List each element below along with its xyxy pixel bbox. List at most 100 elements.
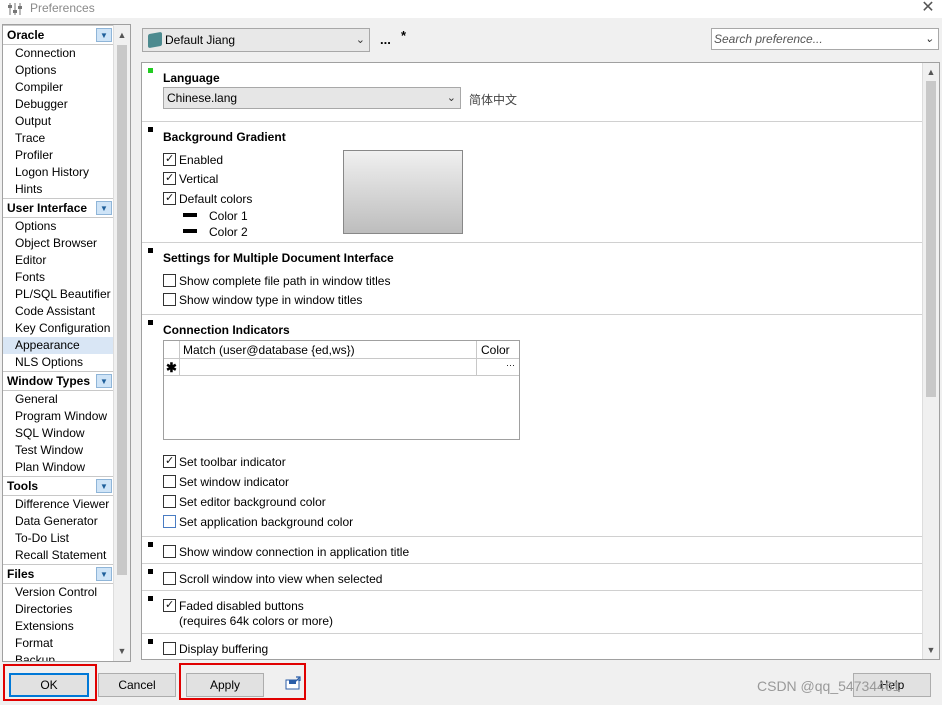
table-row[interactable]: ✱ ··· bbox=[164, 359, 519, 376]
sidebar-item-fonts[interactable]: Fonts bbox=[3, 269, 114, 286]
language-select[interactable]: Chinese.lang ⌄ bbox=[163, 87, 461, 109]
sidebar-item-editor[interactable]: Editor bbox=[3, 252, 114, 269]
color1-row[interactable]: Color 1 bbox=[183, 208, 248, 224]
color1-swatch[interactable] bbox=[183, 213, 197, 217]
editor-bg-row[interactable]: Set editor background color bbox=[163, 494, 326, 510]
vertical-checkbox[interactable] bbox=[163, 172, 176, 185]
group-files[interactable]: Files ▼ bbox=[3, 564, 114, 584]
color2-row[interactable]: Color 2 bbox=[183, 224, 248, 240]
sidebar-item-difference-viewer[interactable]: Difference Viewer bbox=[3, 496, 114, 513]
sidebar-item-format[interactable]: Format bbox=[3, 635, 114, 652]
enabled-checkbox-row[interactable]: Enabled bbox=[163, 152, 223, 168]
sidebar-item-code-assistant[interactable]: Code Assistant bbox=[3, 303, 114, 320]
show-path-row[interactable]: Show complete file path in window titles bbox=[163, 273, 390, 289]
group-oracle[interactable]: Oracle ▼ bbox=[3, 25, 114, 45]
sidebar-item-backup[interactable]: Backup bbox=[3, 652, 114, 661]
sidebar-item-ui-options[interactable]: Options bbox=[3, 218, 114, 235]
show-connection-checkbox[interactable] bbox=[163, 545, 176, 558]
color2-swatch[interactable] bbox=[183, 229, 197, 233]
window-indicator-checkbox[interactable] bbox=[163, 475, 176, 488]
profile-select[interactable]: Default Jiang ⌄ bbox=[142, 28, 370, 52]
app-bg-checkbox[interactable] bbox=[163, 515, 176, 528]
default-colors-checkbox-row[interactable]: Default colors bbox=[163, 191, 252, 207]
sidebar-item-plan-window[interactable]: Plan Window bbox=[3, 459, 114, 476]
new-row-icon: ✱ bbox=[164, 359, 180, 376]
show-type-checkbox[interactable] bbox=[163, 293, 176, 306]
faded-buttons-row[interactable]: Faded disabled buttons bbox=[163, 598, 304, 614]
sidebar-item-trace[interactable]: Trace bbox=[3, 130, 114, 147]
display-buffering-checkbox[interactable] bbox=[163, 642, 176, 655]
sidebar-item-options[interactable]: Options bbox=[3, 62, 114, 79]
chevron-down-icon[interactable]: ⌄ bbox=[925, 29, 934, 49]
group-user-interface[interactable]: User Interface ▼ bbox=[3, 198, 114, 218]
settings-scrollbar[interactable]: ▲ ▼ bbox=[922, 63, 939, 659]
sidebar-item-extensions[interactable]: Extensions bbox=[3, 618, 114, 635]
section-language: Language Chinese.lang ⌄ 简体中文 bbox=[142, 63, 923, 122]
sidebar-item-general[interactable]: General bbox=[3, 391, 114, 408]
scroll-window-row[interactable]: Scroll window into view when selected bbox=[163, 571, 382, 587]
sidebar-item-directories[interactable]: Directories bbox=[3, 601, 114, 618]
show-connection-row[interactable]: Show window connection in application ti… bbox=[163, 544, 409, 560]
close-icon[interactable]: ✕ bbox=[920, 0, 936, 16]
scroll-down-icon[interactable]: ▼ bbox=[923, 642, 939, 658]
default-colors-checkbox[interactable] bbox=[163, 192, 176, 205]
sidebar-item-data-generator[interactable]: Data Generator bbox=[3, 513, 114, 530]
sidebar-item-object-browser[interactable]: Object Browser bbox=[3, 235, 114, 252]
profile-more-button[interactable]: ... bbox=[380, 32, 391, 47]
export-settings-icon[interactable] bbox=[285, 676, 301, 690]
sidebar-item-appearance[interactable]: Appearance bbox=[3, 337, 114, 354]
sidebar-item-hints[interactable]: Hints bbox=[3, 181, 114, 198]
section-title: Settings for Multiple Document Interface bbox=[163, 251, 394, 265]
scroll-down-icon[interactable]: ▼ bbox=[114, 643, 130, 659]
toolbar-indicator-row[interactable]: Set toolbar indicator bbox=[163, 454, 286, 470]
scroll-window-checkbox[interactable] bbox=[163, 572, 176, 585]
sidebar-item-recall-statement[interactable]: Recall Statement bbox=[3, 547, 114, 564]
scrollbar-thumb[interactable] bbox=[117, 45, 127, 575]
scroll-up-icon[interactable]: ▲ bbox=[114, 27, 130, 43]
vertical-checkbox-row[interactable]: Vertical bbox=[163, 171, 218, 187]
toolbar-indicator-checkbox[interactable] bbox=[163, 455, 176, 468]
match-cell[interactable] bbox=[180, 359, 477, 376]
sidebar-item-compiler[interactable]: Compiler bbox=[3, 79, 114, 96]
sidebar-item-logon-history[interactable]: Logon History bbox=[3, 164, 114, 181]
column-color[interactable]: Color bbox=[477, 341, 519, 359]
chevron-down-icon[interactable]: ▼ bbox=[96, 201, 112, 215]
display-buffering-row[interactable]: Display buffering bbox=[163, 641, 268, 657]
sidebar-item-version-control[interactable]: Version Control bbox=[3, 584, 114, 601]
connection-indicator-grid[interactable]: Match (user@database {ed,ws}) Color ✱ ··… bbox=[163, 340, 520, 440]
language-display-name: 简体中文 bbox=[469, 93, 518, 107]
app-bg-row[interactable]: Set application background color bbox=[163, 514, 353, 530]
sidebar-item-program-window[interactable]: Program Window bbox=[3, 408, 114, 425]
sidebar-item-nls-options[interactable]: NLS Options bbox=[3, 354, 114, 371]
sidebar-item-sql-window[interactable]: SQL Window bbox=[3, 425, 114, 442]
sidebar-item-profiler[interactable]: Profiler bbox=[3, 147, 114, 164]
enabled-checkbox[interactable] bbox=[163, 153, 176, 166]
sidebar-scrollbar[interactable]: ▲ ▼ bbox=[113, 25, 130, 661]
color-picker-button[interactable]: ··· bbox=[477, 359, 519, 376]
editor-bg-checkbox[interactable] bbox=[163, 495, 176, 508]
sidebar-item-debugger[interactable]: Debugger bbox=[3, 96, 114, 113]
show-type-row[interactable]: Show window type in window titles bbox=[163, 292, 362, 308]
ok-highlight bbox=[3, 664, 97, 701]
sidebar-item-output[interactable]: Output bbox=[3, 113, 114, 130]
scroll-up-icon[interactable]: ▲ bbox=[923, 64, 939, 80]
show-path-checkbox[interactable] bbox=[163, 274, 176, 287]
sidebar-item-key-configuration[interactable]: Key Configuration bbox=[3, 320, 114, 337]
search-input[interactable]: Search preference... ⌄ bbox=[711, 28, 939, 50]
faded-buttons-checkbox[interactable] bbox=[163, 599, 176, 612]
group-tools[interactable]: Tools ▼ bbox=[3, 476, 114, 496]
chevron-down-icon[interactable]: ▼ bbox=[96, 374, 112, 388]
profile-icon bbox=[148, 31, 162, 49]
chevron-down-icon[interactable]: ▼ bbox=[96, 567, 112, 581]
window-indicator-row[interactable]: Set window indicator bbox=[163, 474, 289, 490]
scrollbar-thumb[interactable] bbox=[926, 81, 936, 397]
chevron-down-icon[interactable]: ▼ bbox=[96, 479, 112, 493]
group-window-types[interactable]: Window Types ▼ bbox=[3, 371, 114, 391]
sidebar-item-connection[interactable]: Connection bbox=[3, 45, 114, 62]
chevron-down-icon[interactable]: ▼ bbox=[96, 28, 112, 42]
sidebar-item-plsql-beautifier[interactable]: PL/SQL Beautifier bbox=[3, 286, 114, 303]
column-match[interactable]: Match (user@database {ed,ws}) bbox=[180, 341, 477, 359]
sidebar-item-todo-list[interactable]: To-Do List bbox=[3, 530, 114, 547]
sidebar-item-test-window[interactable]: Test Window bbox=[3, 442, 114, 459]
cancel-button[interactable]: Cancel bbox=[98, 673, 176, 697]
